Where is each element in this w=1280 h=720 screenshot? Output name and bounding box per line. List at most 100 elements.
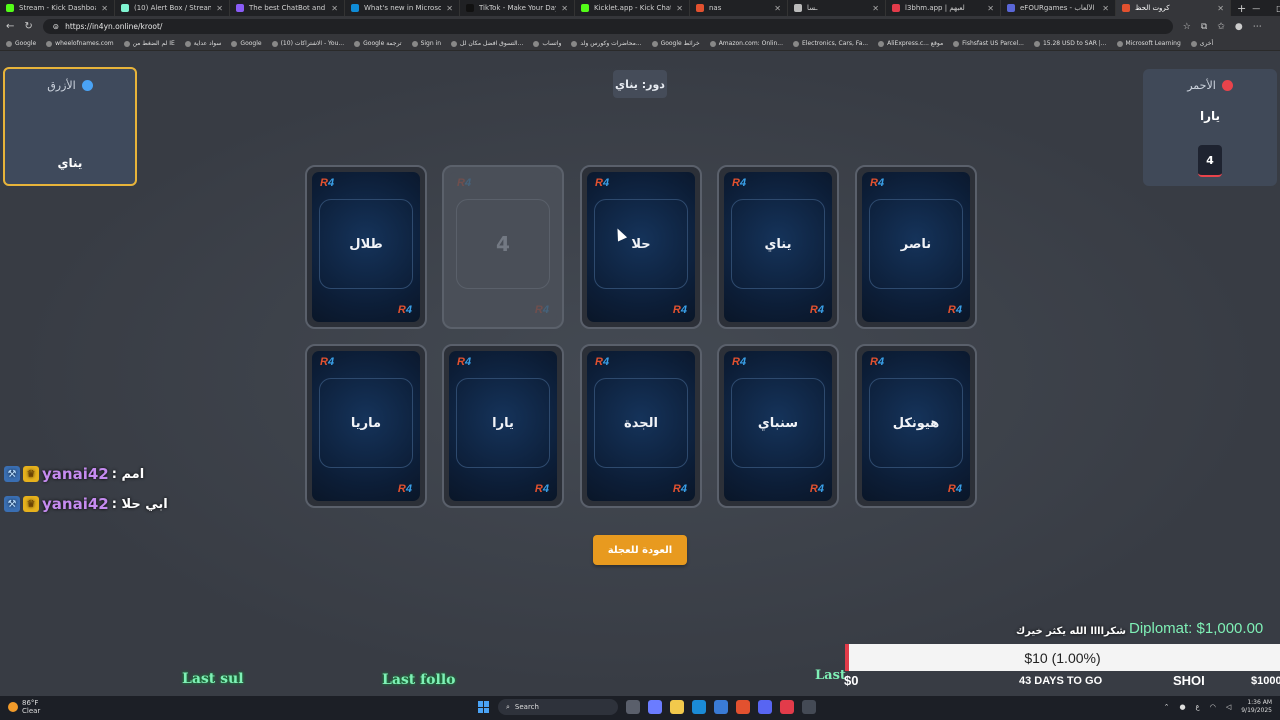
name-card[interactable]: R4 يناي R4 [717,165,839,329]
bookmark-item[interactable]: Fishsfast US Parcel... [953,40,1024,47]
name-card[interactable]: R4 هيونكل R4 [855,344,977,508]
language-icon[interactable]: ع [1196,703,1200,711]
chevron-up-icon[interactable]: ⌃ [1164,703,1170,711]
browser-tab[interactable]: eFOURgames - الألعاب ✕ [1001,0,1116,16]
card-revealed[interactable]: R4 4 R4 [442,165,564,329]
volume-icon[interactable]: ◁ [1226,703,1231,711]
tab-close-icon[interactable]: ✕ [1102,4,1109,13]
tab-close-icon[interactable]: ✕ [561,4,568,13]
maximize-icon[interactable]: □ [1276,4,1280,13]
bookmark-item[interactable]: سواد عداية [184,40,221,47]
browser-tab[interactable]: (10) Alert Box / Streamlabs ✕ [115,0,230,16]
copilot-icon[interactable] [648,700,662,714]
bookmark-icon [46,40,53,47]
name-card[interactable]: R4 الجدة R4 [580,344,702,508]
minimize-icon[interactable]: — [1252,4,1260,13]
browser-tab[interactable]: ـسا ✕ [788,0,886,16]
back-to-wheel-button[interactable]: العودة للعجلة [593,535,687,565]
favorites-icon[interactable]: ✩ [1217,22,1225,32]
tab-close-icon[interactable]: ✕ [331,4,338,13]
tab-close-icon[interactable]: ✕ [216,4,223,13]
browser-tab[interactable]: Kicklet.app - Kick Chatbot and ✕ [575,0,690,16]
name-card[interactable]: R4 يارا R4 [442,344,564,508]
clock[interactable]: 1:36 AM 9/19/2025 [1241,699,1272,715]
browser-tab[interactable]: Stream - Kick Dashboard ✕ [0,0,115,16]
tab-close-icon[interactable]: ✕ [446,4,453,13]
task-view-icon[interactable] [626,700,640,714]
browser-tab[interactable]: The best ChatBot and Widgets ✕ [230,0,345,16]
crown-badge-icon: ♛ [23,466,39,482]
bookmark-item[interactable]: واتساب [533,40,561,47]
bookmark-label: 15.28 USD to SAR |... [1042,40,1107,47]
browser-tab[interactable]: كروت الحظ ✕ [1116,0,1231,16]
tab-close-icon[interactable]: ✕ [872,4,879,13]
bookmark-label: أخرى [1199,40,1214,47]
browser-tab[interactable]: l3bhm.app | لعبهم ✕ [886,0,1001,16]
taskbar-search[interactable]: ⌕ Search [498,699,618,715]
bookmark-item[interactable]: أخرى [1190,40,1214,47]
card-frame: طلال [319,199,413,289]
bookmark-item[interactable]: Google [6,40,36,47]
bookmark-item[interactable]: Amazon.com: Onlin... [709,40,783,47]
tab-close-icon[interactable]: ✕ [987,4,994,13]
browser-tab[interactable]: TikTok - Make Your Day ✕ [460,0,575,16]
mic-icon[interactable]: ● [1179,703,1185,711]
file-explorer-icon[interactable] [670,700,684,714]
name-card[interactable]: R4 ناصر R4 [855,165,977,329]
name-card[interactable]: R4 حلا R4 [580,165,702,329]
bookmark-item[interactable]: التسوق افضل مكان لل... [451,40,523,47]
site-info-icon[interactable]: ⊜ [53,22,59,31]
name-card[interactable]: R4 طلال R4 [305,165,427,329]
bookmark-item[interactable]: Electronics, Cars, Fa... [793,40,868,47]
bookmark-item[interactable]: 15.28 USD to SAR |... [1033,40,1107,47]
profile-icon[interactable]: ● [1235,22,1243,32]
bookmark-item[interactable]: wheelofnames.com [46,40,114,47]
back-icon[interactable]: ← [6,21,14,32]
extensions-icon[interactable]: ⧉ [1201,22,1207,32]
goal-min: $0 [844,673,859,688]
name-card[interactable]: R4 سنباي R4 [717,344,839,508]
card-frame: يناي [731,199,825,289]
app-icon[interactable] [780,700,794,714]
bookmark-label: Electronics, Cars, Fa... [802,40,869,47]
brave-icon[interactable] [736,700,750,714]
tab-title: What's new in Microsoft Edge [364,4,441,12]
discord-icon[interactable] [758,700,772,714]
wifi-icon[interactable]: ◠ [1210,703,1216,711]
browser-tab[interactable]: nas ✕ [690,0,788,16]
star-icon[interactable]: ☆ [1183,22,1191,32]
tab-close-icon[interactable]: ✕ [676,4,683,13]
bookmark-item[interactable]: Google [231,40,262,47]
tab-title: TikTok - Make Your Day [479,4,557,12]
store-icon[interactable] [714,700,728,714]
bookmark-item[interactable]: Microsoft Learning [1116,40,1181,47]
card-name: 4 [496,232,510,256]
chat-message: ⚒ ♛ yanai42: امم [4,463,168,485]
card-logo-icon: R4 [534,304,549,316]
bookmark-item[interactable]: AliExpress.c... موقع [878,40,943,47]
address-bar[interactable]: ⊜ https://in4yn.online/kroot/ [42,19,1173,34]
tab-close-icon[interactable]: ✕ [1217,4,1224,13]
bookmark-item[interactable]: محاضرات وكورس ولد... [571,40,642,47]
weather-icon [8,702,18,712]
new-tab-button[interactable]: + [1231,2,1252,15]
browser-tab[interactable]: What's new in Microsoft Edge ✕ [345,0,460,16]
tab-favicon-icon [6,4,14,12]
obs-icon[interactable] [802,700,816,714]
bookmark-item[interactable]: Google خرائط [651,40,700,47]
card-logo-icon: R4 [947,304,962,316]
name-card[interactable]: R4 ماريا R4 [305,344,427,508]
tab-close-icon[interactable]: ✕ [774,4,781,13]
windows-start-icon[interactable] [478,701,490,713]
bookmark-item[interactable]: لم الضغط من IE [123,40,175,47]
weather-widget[interactable]: 86°F Clear [8,699,40,715]
tab-close-icon[interactable]: ✕ [101,4,108,13]
bookmark-item[interactable]: Sign in [411,40,441,47]
bookmark-label: Google ترجمة [363,40,402,47]
edge-icon[interactable] [692,700,706,714]
bookmark-item[interactable]: Google ترجمة [354,40,402,47]
bookmark-item[interactable]: (10) الاشتراكات - You... [271,40,344,47]
bookmark-label: Google [240,40,262,47]
reload-icon[interactable]: ↻ [24,21,32,32]
more-icon[interactable]: ⋯ [1253,22,1262,32]
